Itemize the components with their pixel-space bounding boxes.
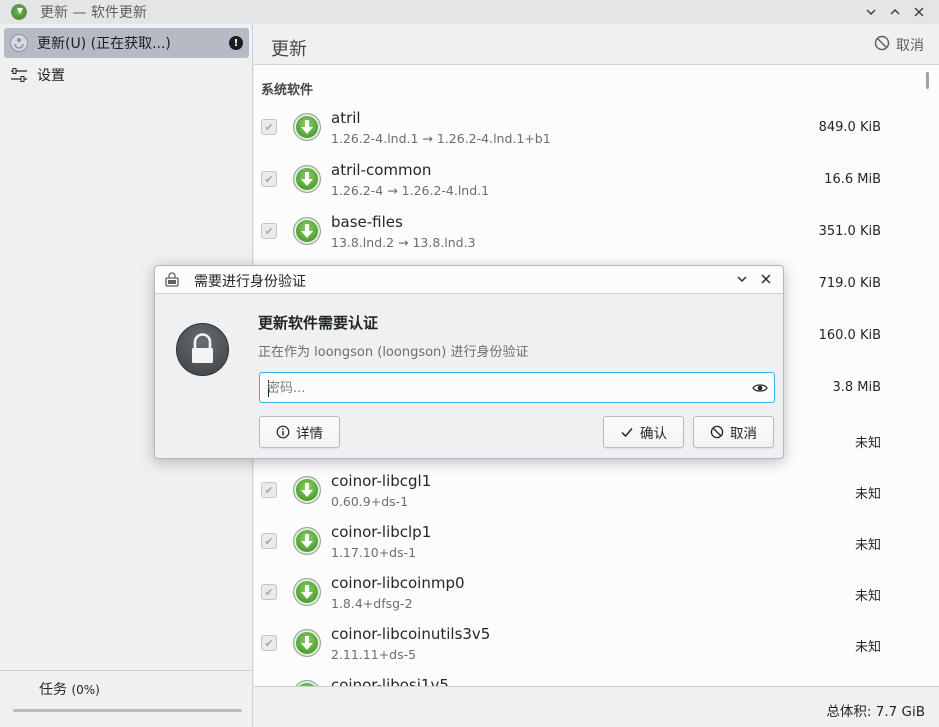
package-row[interactable]: ✔ atril-common 1.26.2-4 → 1.26.2-4.lnd.1 16… (254, 156, 924, 208)
sidebar-item-updates[interactable]: 更新(U) (正在获取...) ! (4, 28, 249, 58)
info-icon (276, 425, 290, 439)
package-size: 160.0 KiB (818, 328, 881, 343)
package-version: 2.11.11+ds-5 (331, 647, 417, 662)
package-checkbox[interactable]: ✔ (261, 584, 277, 600)
sidebar-item-label: 更新(U) (正在获取...) (37, 36, 171, 52)
download-icon (293, 476, 321, 504)
package-row[interactable]: ✔ coinor-libcgl1 0.60.9+ds-1 未知 (254, 467, 924, 519)
close-icon (914, 7, 924, 17)
scrollbar-thumb[interactable] (926, 72, 929, 89)
dialog-heading: 更新软件需要认证 (258, 314, 379, 332)
package-size: 未知 (854, 538, 881, 553)
lock-icon (176, 323, 229, 376)
package-version: 0.60.9+ds-1 (331, 494, 409, 509)
download-icon (293, 578, 321, 606)
package-checkbox[interactable]: ✔ (261, 171, 277, 187)
cancel-icon (874, 35, 890, 55)
maximize-button[interactable] (886, 3, 904, 21)
window-title: 更新 — 软件更新 (40, 5, 147, 21)
password-input[interactable] (267, 377, 737, 399)
package-name: coinor-libcoinutils3v5 (331, 625, 491, 643)
dialog-minimize-button[interactable] (733, 270, 751, 288)
window-titlebar: 更新 — 软件更新 (0, 0, 939, 24)
chevron-down-icon (866, 9, 876, 15)
package-name: atril-common (331, 161, 432, 179)
chevron-up-icon (890, 9, 900, 15)
package-row[interactable]: ✔ coinor-libcoinutils3v5 2.11.11+ds-5 未知 (254, 620, 924, 672)
package-version: 1.26.2-4.lnd.1 → 1.26.2-4.lnd.1+b1 (331, 131, 551, 146)
sliders-icon (8, 64, 30, 86)
package-version: 1.17.10+ds-1 (331, 545, 417, 560)
package-checkbox[interactable]: ✔ (261, 635, 277, 651)
total-size: 总体积: 7.7 GiB (826, 704, 925, 720)
package-checkbox[interactable]: ✔ (261, 223, 277, 239)
app-download-icon (11, 4, 27, 20)
main-header: 更新 取消 (254, 24, 939, 65)
lock-small-icon (165, 272, 179, 287)
tasks-label: 任务 (0%) (39, 682, 100, 698)
dialog-title: 需要进行身份验证 (194, 274, 306, 290)
check-icon (620, 425, 634, 439)
updates-icon (8, 32, 30, 54)
sidebar-item-settings[interactable]: 设置 (4, 60, 249, 90)
package-version: 1.26.2-4 → 1.26.2-4.lnd.1 (331, 183, 490, 198)
dialog-titlebar: 需要进行身份验证 (155, 266, 783, 294)
download-icon (293, 113, 321, 141)
tasks-progress-bar (13, 709, 242, 712)
package-name: base-files (331, 213, 403, 231)
download-icon (293, 629, 321, 657)
package-size: 未知 (854, 487, 881, 502)
page-title: 更新 (271, 39, 307, 60)
sidebar-item-label: 设置 (37, 68, 65, 84)
package-size: 16.6 MiB (824, 172, 881, 187)
package-size: 351.0 KiB (818, 224, 881, 239)
show-password-icon[interactable] (752, 380, 768, 396)
auth-dialog: 需要进行身份验证 更新软件需要认证 正在作为 loongson (loongso… (154, 265, 784, 459)
package-version: 1.8.4+dfsg-2 (331, 596, 413, 611)
package-row[interactable]: ✔ atril 1.26.2-4.lnd.1 → 1.26.2-4.lnd.1+b1… (254, 104, 924, 156)
package-checkbox[interactable]: ✔ (261, 482, 277, 498)
password-field[interactable] (259, 372, 775, 403)
package-checkbox[interactable]: ✔ (261, 533, 277, 549)
package-name: coinor-libosi1v5 (331, 676, 449, 686)
package-size: 未知 (854, 436, 881, 451)
header-cancel-button[interactable]: 取消 (874, 35, 924, 55)
package-size: 849.0 KiB (818, 120, 881, 135)
dialog-cancel-button[interactable]: 取消 (693, 416, 774, 448)
cancel-icon (710, 425, 724, 439)
package-name: coinor-libcoinmp0 (331, 574, 465, 592)
tasks-panel[interactable]: 任务 (0%) (0, 670, 253, 727)
confirm-button[interactable]: 确认 (603, 416, 684, 448)
section-title: 系统软件 (261, 83, 314, 98)
chevron-down-icon (737, 276, 747, 282)
package-checkbox[interactable]: ✔ (261, 119, 277, 135)
download-icon (293, 527, 321, 555)
close-icon (761, 274, 771, 284)
close-window-button[interactable] (910, 3, 928, 21)
package-row[interactable]: ✔ base-files 13.8.lnd.2 → 13.8.lnd.3 351.0 … (254, 208, 924, 260)
package-name: coinor-libclp1 (331, 523, 432, 541)
package-row[interactable]: ✔ coinor-libcoinmp0 1.8.4+dfsg-2 未知 (254, 569, 924, 621)
dialog-subtitle: 正在作为 loongson (loongson) 进行身份验证 (258, 345, 529, 360)
package-name: atril (331, 109, 361, 127)
warning-badge-icon: ! (229, 36, 243, 50)
package-version: 13.8.lnd.2 → 13.8.lnd.3 (331, 235, 476, 250)
main-footer: 总体积: 7.7 GiB (254, 686, 939, 727)
package-size: 3.8 MiB (832, 380, 881, 395)
package-size: 未知 (854, 589, 881, 604)
package-size: 未知 (854, 640, 881, 655)
minimize-button[interactable] (862, 3, 880, 21)
package-row[interactable]: ✔ coinor-libclp1 1.17.10+ds-1 未知 (254, 518, 924, 570)
package-size: 719.0 KiB (818, 276, 881, 291)
download-icon (293, 165, 321, 193)
package-name: coinor-libcgl1 (331, 472, 432, 490)
download-icon (293, 217, 321, 245)
details-button[interactable]: 详情 (259, 416, 340, 448)
package-row[interactable]: ✔coinor-libosi1v5 (254, 671, 924, 686)
dialog-close-button[interactable] (757, 270, 775, 288)
